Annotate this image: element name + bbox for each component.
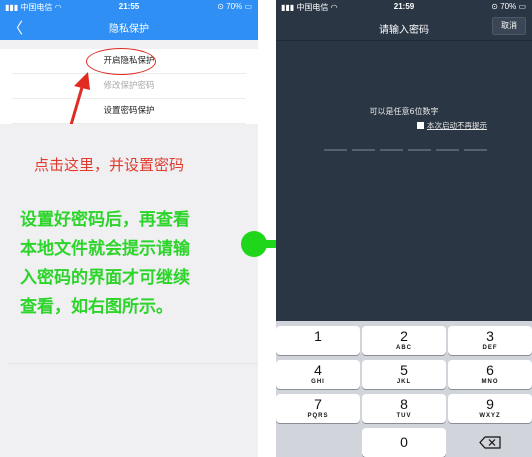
cancel-button[interactable]: 取消	[492, 17, 526, 35]
explanation-line: 本地文件就会提示请输	[20, 239, 190, 259]
pin-slot	[324, 149, 347, 151]
key-3[interactable]: 3 DEF	[448, 326, 532, 355]
key-0[interactable]: 0	[362, 428, 446, 457]
backspace-icon	[479, 436, 501, 449]
key-1[interactable]: 1	[276, 326, 360, 355]
divider	[276, 40, 532, 41]
pin-slot	[408, 149, 431, 151]
page-title: 隐私保护	[109, 24, 149, 35]
pin-slot	[380, 149, 403, 151]
status-right: ⊙ 70% ▭	[491, 2, 526, 11]
password-hint: 可以是任意6位数字	[369, 107, 439, 116]
battery-icon: ▭	[518, 2, 526, 11]
checkbox[interactable]	[417, 122, 424, 129]
pin-slot	[464, 149, 487, 151]
callout-text: 点击这里，并设置密码	[34, 156, 185, 174]
status-right: ⊙ 70% ▭	[217, 2, 252, 11]
pin-slot	[352, 149, 375, 151]
menu-item-password-protect[interactable]: 设置密码保护	[12, 99, 246, 124]
right-phone-screenshot: ▮▮▮ 中国电信 ◠ 21:59 ⊙ 70% ▭ 请输入密码 取消 可以是任意6…	[276, 0, 532, 457]
key-2[interactable]: 2 ABC	[362, 326, 446, 355]
explanation-text: 设置好密码后，再查看 本地文件就会提示请输 入密码的界面才可继续 查看，如右图所…	[20, 206, 258, 322]
highlight-circle	[86, 48, 156, 75]
key-9[interactable]: 9 WXYZ	[448, 394, 532, 423]
explanation-line: 入密码的界面才可继续	[20, 268, 190, 288]
menu-item-change-password[interactable]: 修改保护密码	[12, 74, 246, 99]
status-bar: ▮▮▮ 中国电信 ◠ 21:55 ⊙ 70% ▭	[0, 0, 258, 14]
key-5[interactable]: 5 JKL	[362, 360, 446, 389]
left-phone-screenshot: ▮▮▮ 中国电信 ◠ 21:55 ⊙ 70% ▭ 〈 隐私保护 开启隐私保护 修…	[0, 0, 258, 457]
pin-slot	[436, 149, 459, 151]
alarm-icon: ⊙	[217, 2, 224, 11]
key-7[interactable]: 7 PQRS	[276, 394, 360, 423]
pin-digits	[324, 149, 487, 155]
alarm-icon: ⊙	[491, 2, 498, 11]
explanation-line: 设置好密码后，再查看	[20, 210, 190, 230]
divider	[8, 363, 258, 364]
numeric-keypad: 1 2 ABC 3 DEF 4 GHI 5 JKL 6 MNO 7 PQRS 8 TUV 9W…	[276, 321, 532, 457]
key-4[interactable]: 4 GHI	[276, 360, 360, 389]
key-8[interactable]: 8 TUV	[362, 394, 446, 423]
battery-icon: ▭	[244, 2, 252, 11]
explanation-line: 查看，如右图所示。	[20, 297, 173, 317]
checkbox-label: 本次启动不再提示	[427, 121, 487, 130]
dont-remind-checkbox[interactable]: 本次启动不再提示	[417, 120, 487, 131]
key-6[interactable]: 6 MNO	[448, 360, 532, 389]
nav-bar: 〈 隐私保护	[0, 14, 258, 40]
status-bar: ▮▮▮ 中国电信 ◠ 21:59 ⊙ 70% ▭	[276, 0, 532, 14]
backspace-key[interactable]	[448, 428, 532, 457]
